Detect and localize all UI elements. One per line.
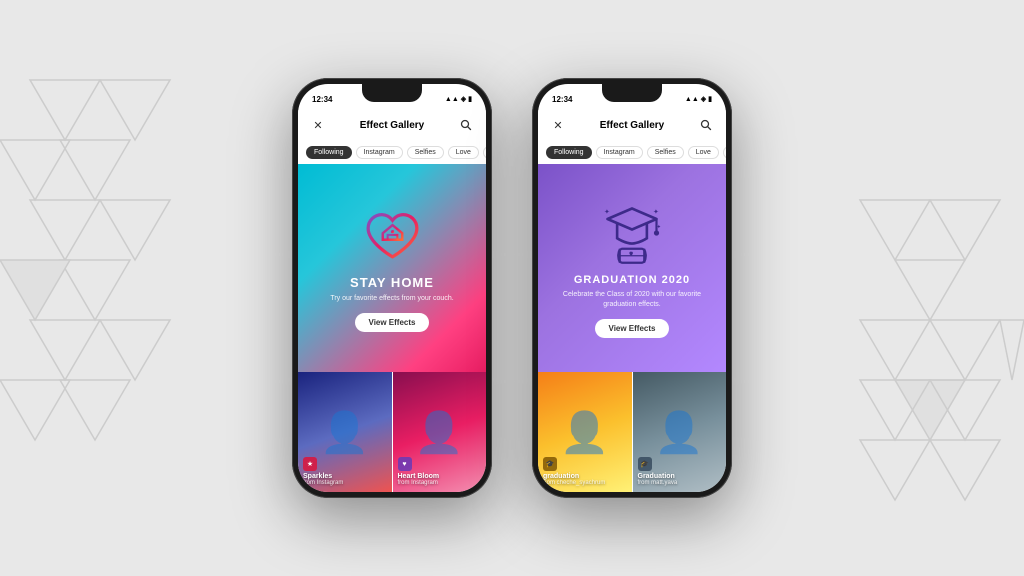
phone-2-thumb-1-from: from cheche_syachrum xyxy=(543,480,605,486)
phone-1-hero-icon xyxy=(360,204,425,269)
phone-1-status-icons: ▲▲ ◈ ▮ xyxy=(445,95,472,103)
phone-2: 12:34 ▲▲ ◈ ▮ ✕ Effect Gallery Following … xyxy=(532,78,732,498)
phone-2-screen: 12:34 ▲▲ ◈ ▮ ✕ Effect Gallery Following … xyxy=(538,84,726,492)
phone-1-thumb-row: 👤 ★ Sparkles from Instagram 👤 ♥ xyxy=(298,372,486,492)
phone-1-hero-title: STAY HOME xyxy=(350,275,434,290)
signal-icon: ▲▲ xyxy=(445,96,459,103)
battery-icon: ▮ xyxy=(468,95,472,103)
svg-text:✦: ✦ xyxy=(604,207,610,215)
signal-icon: ▲▲ xyxy=(685,96,699,103)
phone-1-thumb-1-from: from Instagram xyxy=(303,480,343,486)
phone-2-thumb-2-from: from matt.yava xyxy=(638,480,678,486)
phone-2-hero-icon: ✦ ✦ ✦ xyxy=(597,198,667,268)
battery-icon: ▮ xyxy=(708,95,712,103)
phone-1-hero-banner: STAY HOME Try our favorite effects from … xyxy=(298,164,486,372)
phones-container: 12:34 ▲▲ ◈ ▮ ✕ Effect Gallery Following … xyxy=(292,78,732,498)
phone-2-tab-love[interactable]: Love xyxy=(688,146,719,159)
phone-1-tab-instagram[interactable]: Instagram xyxy=(356,146,403,159)
phone-2-tab-following[interactable]: Following xyxy=(546,146,592,159)
phone-1: 12:34 ▲▲ ◈ ▮ ✕ Effect Gallery Following … xyxy=(292,78,492,498)
phone-2-thumb-2-name: Graduation xyxy=(638,473,678,480)
phone-1-thumb-1[interactable]: 👤 ★ Sparkles from Instagram xyxy=(298,372,392,492)
phone-1-time: 12:34 xyxy=(312,95,332,104)
phone-1-thumb-1-badge: ★ xyxy=(303,457,317,471)
phone-2-tab-color[interactable]: Color xyxy=(723,146,726,159)
phone-1-thumb-2-from: from Instagram xyxy=(398,480,440,486)
phone-2-hero-subtitle: Celebrate the Class of 2020 with our fav… xyxy=(548,290,716,310)
phone-2-thumb-1-name: graduation xyxy=(543,473,605,480)
phone-1-thumb-1-name: Sparkles xyxy=(303,473,343,480)
phone-1-thumb-2-badge: ♥ xyxy=(398,457,412,471)
phone-2-notch xyxy=(602,84,662,102)
phone-2-thumb-2[interactable]: 👤 🎓 Graduation from matt.yava xyxy=(633,372,727,492)
phone-2-tab-selfies[interactable]: Selfies xyxy=(647,146,684,159)
phone-2-status-icons: ▲▲ ◈ ▮ xyxy=(685,95,712,103)
phone-1-thumb-2[interactable]: 👤 ♥ Heart Bloom from Instagram xyxy=(393,372,487,492)
phone-1-thumb-2-name: Heart Bloom xyxy=(398,473,440,480)
phone-1-tab-following[interactable]: Following xyxy=(306,146,352,159)
phone-2-search-icon[interactable] xyxy=(696,115,716,135)
phone-2-view-effects-btn[interactable]: View Effects xyxy=(595,319,670,338)
phone-2-nav-bar: ✕ Effect Gallery xyxy=(538,110,726,140)
svg-text:✦: ✦ xyxy=(653,207,659,215)
phone-1-nav-bar: ✕ Effect Gallery xyxy=(298,110,486,140)
phone-1-filter-tabs: Following Instagram Selfies Love Color xyxy=(298,140,486,164)
phone-1-close-icon[interactable]: ✕ xyxy=(308,115,328,135)
phone-1-nav-title: Effect Gallery xyxy=(328,120,456,131)
phone-2-close-icon[interactable]: ✕ xyxy=(548,115,568,135)
phone-1-view-effects-btn[interactable]: View Effects xyxy=(355,313,430,332)
phone-2-tab-instagram[interactable]: Instagram xyxy=(596,146,643,159)
phone-1-tab-selfies[interactable]: Selfies xyxy=(407,146,444,159)
phone-1-screen: 12:34 ▲▲ ◈ ▮ ✕ Effect Gallery Following … xyxy=(298,84,486,492)
phone-1-search-icon[interactable] xyxy=(456,115,476,135)
phone-2-nav-title: Effect Gallery xyxy=(568,120,696,131)
phone-1-notch xyxy=(362,84,422,102)
phone-2-thumb-2-badge: 🎓 xyxy=(638,457,652,471)
phone-2-hero-title: GRADUATION 2020 xyxy=(574,274,690,286)
phone-2-thumb-1[interactable]: 👤 🎓 graduation from cheche_syachrum xyxy=(538,372,632,492)
phone-2-filter-tabs: Following Instagram Selfies Love Color xyxy=(538,140,726,164)
phone-1-tab-love[interactable]: Love xyxy=(448,146,479,159)
wifi-icon: ◈ xyxy=(701,95,706,103)
phone-2-time: 12:34 xyxy=(552,95,572,104)
phone-1-hero-subtitle: Try our favorite effects from your couch… xyxy=(330,294,453,304)
wifi-icon: ◈ xyxy=(461,95,466,103)
phone-1-tab-color[interactable]: Color xyxy=(483,146,486,159)
phone-2-hero-banner: ✦ ✦ ✦ GRADUATION 2020 C xyxy=(538,164,726,372)
phone-2-thumb-row: 👤 🎓 graduation from cheche_syachrum 👤 xyxy=(538,372,726,492)
phone-2-thumb-1-badge: 🎓 xyxy=(543,457,557,471)
